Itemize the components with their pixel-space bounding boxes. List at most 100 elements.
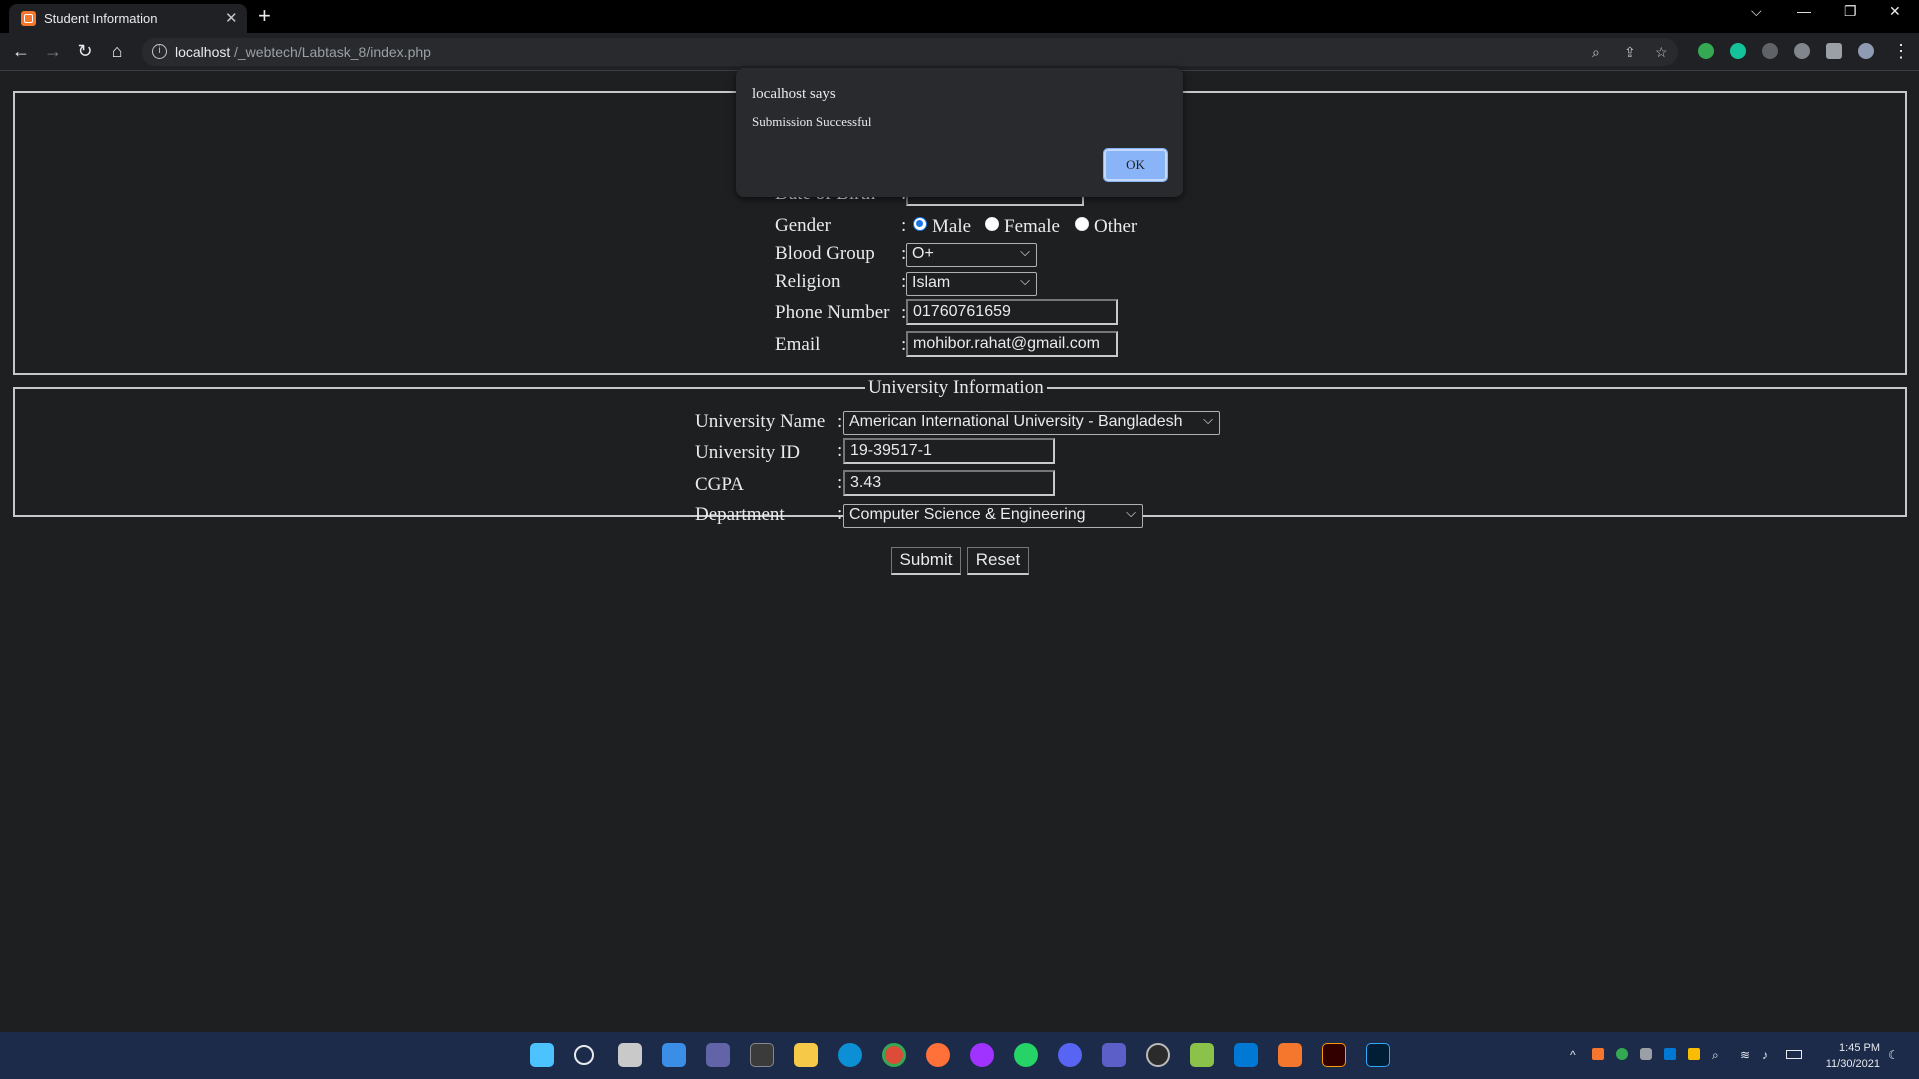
bookmark-star-icon[interactable]: ☆ <box>1655 44 1668 61</box>
start-windows-icon[interactable] <box>530 1043 554 1067</box>
gender-female-label: Female <box>1004 216 1060 237</box>
volume-icon[interactable]: ♪ <box>1762 1048 1768 1062</box>
university-id-label: University ID <box>695 442 801 463</box>
tab-student-information[interactable]: Student Information ✕ <box>9 4 247 33</box>
gender-male-label: Male <box>932 216 972 237</box>
submit-button[interactable]: Submit <box>891 547 961 575</box>
tray-xampp-icon[interactable] <box>1592 1048 1604 1060</box>
ok-button[interactable]: OK <box>1103 148 1168 182</box>
email-label: Email <box>775 334 821 355</box>
close-window-button[interactable]: ✕ <box>1889 3 1901 20</box>
address-bar[interactable]: i localhost /_webtech/Labtask_8/index.ph… <box>142 38 1678 66</box>
colon: : <box>837 440 843 461</box>
url-host: localhost <box>175 44 231 60</box>
grammarly-extension-icon[interactable] <box>1730 43 1746 59</box>
university-id-input[interactable]: 19-39517-1 <box>843 438 1055 464</box>
puzzle-extensions-icon[interactable] <box>1826 43 1842 59</box>
phone-input[interactable]: 01760761659 <box>906 299 1118 325</box>
browser-titlebar: Student Information ✕ + ⌵ — ❐ ✕ <box>0 0 1919 33</box>
blood-group-label: Blood Group <box>775 243 875 264</box>
discord-icon[interactable] <box>1058 1043 1082 1067</box>
url-path: /_webtech/Labtask_8/index.php <box>234 44 431 60</box>
alert-dialog: localhost says Submission Successful OK <box>736 68 1183 197</box>
phone-label: Phone Number <box>775 302 890 323</box>
obs-icon[interactable] <box>1146 1043 1170 1067</box>
forward-icon[interactable]: → <box>42 41 64 62</box>
colon: : <box>837 472 843 493</box>
gender-male-radio[interactable] <box>913 217 927 231</box>
cloud-extension-icon[interactable] <box>1794 43 1810 59</box>
gender-label: Gender <box>775 215 831 236</box>
clock-date: 11/30/2021 <box>1825 1058 1880 1070</box>
blood-group-select[interactable]: O+ ⌵ <box>906 243 1037 267</box>
religion-select[interactable]: Islam ⌵ <box>906 272 1037 296</box>
chrome-icon[interactable] <box>882 1043 906 1067</box>
site-info-icon[interactable]: i <box>152 44 167 59</box>
page-content: Date of Birth : 11/11/2021 Gender : Male… <box>0 68 1919 1032</box>
menu-kebab-icon[interactable]: ⋮ <box>1890 41 1912 62</box>
tray-defender-icon[interactable] <box>1664 1048 1676 1060</box>
reset-button[interactable]: Reset <box>967 547 1029 575</box>
university-name-select[interactable]: American International University - Bang… <box>843 411 1220 435</box>
edge-icon[interactable] <box>838 1043 862 1067</box>
share-icon[interactable]: ⇪ <box>1624 44 1636 61</box>
terminal-icon[interactable] <box>750 1043 774 1067</box>
tray-discord-icon[interactable] <box>1640 1048 1652 1060</box>
department-select[interactable]: Computer Science & Engineering ⌵ <box>843 504 1143 528</box>
gender-female-radio[interactable] <box>985 217 999 231</box>
windows-taskbar: ^ ⌕ ≋ ♪ 1:45 PM 11/30/2021 ☾ <box>0 1032 1919 1079</box>
minimize-button[interactable]: — <box>1797 3 1811 19</box>
zoom-icon[interactable]: ⌕ <box>1592 44 1600 61</box>
dialog-title: localhost says <box>752 86 836 102</box>
cgpa-input[interactable]: 3.43 <box>843 470 1055 496</box>
tray-drive-icon[interactable] <box>1688 1048 1700 1060</box>
tab-close-icon[interactable]: ✕ <box>225 9 238 27</box>
eyes-extension-icon[interactable] <box>1762 43 1778 59</box>
back-icon[interactable]: ← <box>10 41 32 62</box>
new-tab-button[interactable]: + <box>258 3 271 29</box>
search-icon[interactable] <box>574 1045 594 1065</box>
email-input[interactable]: mohibor.rahat@gmail.com <box>906 331 1118 357</box>
gender-other-radio[interactable] <box>1075 217 1089 231</box>
tray-search-icon[interactable]: ⌕ <box>1712 1048 1719 1063</box>
chevron-down-icon: ⌵ <box>1203 412 1213 427</box>
tray-chevron-up-icon[interactable]: ^ <box>1570 1048 1576 1062</box>
teams-icon[interactable] <box>1102 1043 1126 1067</box>
university-information-legend: University Information <box>868 377 1044 398</box>
battery-icon[interactable] <box>1786 1050 1802 1059</box>
cgpa-label: CGPA <box>695 474 744 495</box>
firefox-icon[interactable] <box>926 1043 950 1067</box>
wifi-icon[interactable]: ≋ <box>1740 1048 1750 1062</box>
tray-shield-icon[interactable] <box>1616 1048 1628 1060</box>
xampp-favicon-icon <box>21 11 36 26</box>
university-name-label: University Name <box>695 411 826 432</box>
browser-toolbar: ← → ↻ ⌂ i localhost /_webtech/Labtask_8/… <box>0 33 1919 71</box>
illustrator-icon[interactable] <box>1322 1043 1346 1067</box>
gender-other-label: Other <box>1094 216 1138 237</box>
notification-icon[interactable]: ☾ <box>1888 1048 1899 1062</box>
notepad-icon[interactable] <box>1190 1043 1214 1067</box>
reload-icon[interactable]: ↻ <box>74 41 96 62</box>
whatsapp-icon[interactable] <box>1014 1043 1038 1067</box>
restore-button[interactable]: ❐ <box>1844 3 1857 20</box>
home-icon[interactable]: ⌂ <box>106 41 128 62</box>
widgets-icon[interactable] <box>662 1043 686 1067</box>
chevron-down-icon: ⌵ <box>1126 505 1136 520</box>
teams-chat-icon[interactable] <box>706 1043 730 1067</box>
xampp-icon[interactable] <box>1278 1043 1302 1067</box>
colon: : <box>837 503 843 524</box>
profile-avatar[interactable] <box>1858 43 1874 59</box>
vscode-icon[interactable] <box>1234 1043 1258 1067</box>
tab-search-icon[interactable]: ⌵ <box>1751 3 1762 20</box>
shield-extension-icon[interactable] <box>1698 43 1714 59</box>
file-explorer-icon[interactable] <box>794 1043 818 1067</box>
tab-title: Student Information <box>44 11 158 26</box>
messenger-icon[interactable] <box>970 1043 994 1067</box>
task-view-icon[interactable] <box>618 1043 642 1067</box>
system-clock[interactable]: 1:45 PM 11/30/2021 <box>1818 1040 1880 1072</box>
photoshop-icon[interactable] <box>1366 1043 1390 1067</box>
clock-time: 1:45 PM <box>1839 1042 1880 1054</box>
chevron-down-icon: ⌵ <box>1020 273 1030 288</box>
dialog-message: Submission Successful <box>752 114 872 129</box>
chevron-down-icon: ⌵ <box>1020 244 1030 259</box>
